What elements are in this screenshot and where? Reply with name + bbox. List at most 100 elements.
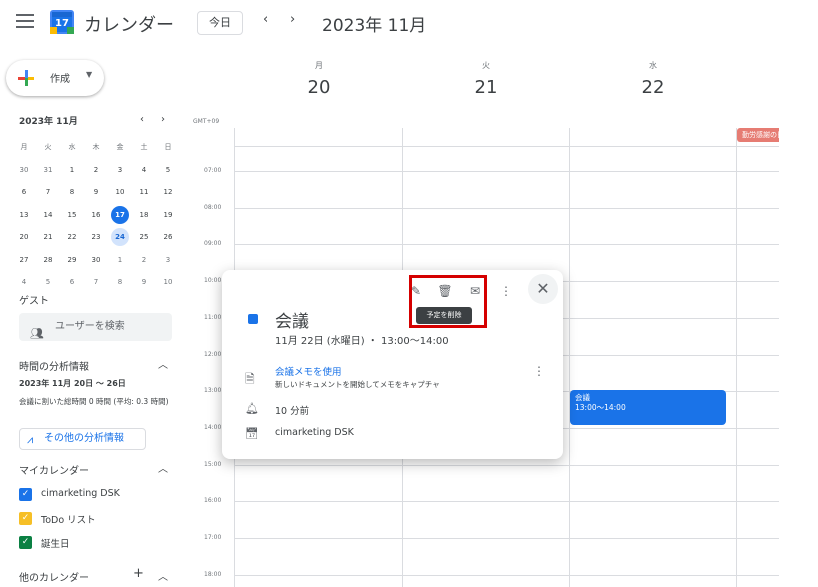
mini-day[interactable]: 8 xyxy=(108,273,132,291)
mini-day[interactable]: 22 xyxy=(60,228,84,246)
mini-day[interactable]: 12 xyxy=(156,183,180,201)
mini-day-number: 1 xyxy=(69,165,75,174)
mini-calendar-prev-button[interactable]: ‹ xyxy=(140,114,144,125)
mini-day[interactable]: 1 xyxy=(60,161,84,179)
mini-day-number: 7 xyxy=(93,278,99,287)
mini-day-number: 22 xyxy=(67,233,77,242)
mini-day[interactable]: 15 xyxy=(60,206,84,224)
event-color-swatch xyxy=(248,314,258,324)
insights-description: 会議に割いた総時間 0 時間 (平均: 0.3 時間) xyxy=(19,397,169,406)
time-label: 14:00 xyxy=(204,423,222,431)
mini-calendar-next-button[interactable]: › xyxy=(161,114,165,125)
mini-day[interactable]: 4 xyxy=(12,273,36,291)
mini-day[interactable]: 25 xyxy=(132,228,156,246)
event-block[interactable]: 会議 13:00～14:00 xyxy=(570,390,726,425)
mini-day[interactable]: 24 xyxy=(108,228,132,247)
event-title: 会議 xyxy=(275,312,309,332)
mini-day[interactable]: 30 xyxy=(84,251,108,269)
mini-weekday: 火 xyxy=(44,143,52,152)
insights-range: 2023年 11月 20日 ～ 26日 xyxy=(19,379,126,388)
mini-day[interactable]: 10 xyxy=(108,183,132,201)
event-datetime: 11月 22日 (水曜日) ・ 13:00～14:00 xyxy=(275,336,449,347)
meeting-notes-link[interactable]: 会議メモを使用 xyxy=(275,364,342,378)
time-label: 16:00 xyxy=(204,497,222,505)
mini-day[interactable]: 3 xyxy=(156,251,180,269)
create-button[interactable]: 作成 ▼ xyxy=(6,60,104,96)
mini-day[interactable]: 7 xyxy=(36,183,60,201)
mini-day-number: 31 xyxy=(43,165,53,174)
mini-day-number: 6 xyxy=(21,188,27,197)
mini-day[interactable]: 18 xyxy=(132,206,156,224)
day-header-wed[interactable]: 水 22 xyxy=(623,60,683,98)
chevron-up-icon[interactable]: ︿ xyxy=(158,568,168,583)
mini-day[interactable]: 17 xyxy=(108,205,132,224)
mini-day[interactable]: 31 xyxy=(36,161,60,179)
previous-week-button[interactable]: ‹ xyxy=(263,12,268,27)
mini-weekday: 日 xyxy=(164,143,172,152)
mini-day-number: 8 xyxy=(69,188,75,197)
holiday-chip[interactable]: 勤労感謝の日 xyxy=(737,128,779,142)
mini-day[interactable]: 2 xyxy=(132,251,156,269)
mini-day[interactable]: 9 xyxy=(84,183,108,201)
mini-day[interactable]: 5 xyxy=(156,161,180,179)
mini-day-number: 9 xyxy=(93,188,99,197)
event-calendar-name: cimarketing DSK xyxy=(275,427,354,438)
mini-day[interactable]: 20 xyxy=(12,228,36,246)
mini-day[interactable]: 1 xyxy=(108,251,132,269)
mini-day-number: 6 xyxy=(69,278,75,287)
user-search-placeholder: ユーザーを検索 xyxy=(55,321,125,332)
mini-day[interactable]: 28 xyxy=(36,251,60,269)
mini-day[interactable]: 9 xyxy=(132,273,156,291)
notes-more-options-button[interactable]: ⋮ xyxy=(533,364,545,378)
close-popup-button[interactable]: ✕ xyxy=(528,274,558,304)
mini-day[interactable]: 30 xyxy=(12,161,36,179)
mini-day[interactable]: 10 xyxy=(156,273,180,291)
mini-day-number: 12 xyxy=(163,188,173,197)
next-week-button[interactable]: › xyxy=(290,12,295,27)
user-search-input[interactable]: 👥︎ ユーザーを検索 xyxy=(19,313,172,341)
event-block-time: 13:00～14:00 xyxy=(575,403,626,412)
mini-day[interactable]: 4 xyxy=(132,161,156,179)
mini-day[interactable]: 2 xyxy=(84,161,108,179)
mini-day[interactable]: 21 xyxy=(36,228,60,246)
chevron-up-icon[interactable]: ︿ xyxy=(158,460,168,475)
main-menu-icon[interactable] xyxy=(16,14,34,28)
mini-day[interactable]: 13 xyxy=(12,206,36,224)
mini-day[interactable]: 23 xyxy=(84,228,108,246)
mini-day[interactable]: 3 xyxy=(108,161,132,179)
add-calendar-icon[interactable]: + xyxy=(133,566,144,581)
mini-day[interactable]: 5 xyxy=(36,273,60,291)
mini-day[interactable]: 7 xyxy=(84,273,108,291)
mini-day[interactable]: 6 xyxy=(60,273,84,291)
mini-day[interactable]: 26 xyxy=(156,228,180,246)
mini-day[interactable]: 19 xyxy=(156,206,180,224)
mini-day-number: 30 xyxy=(19,165,29,174)
chevron-up-icon[interactable]: ︿ xyxy=(158,356,168,371)
mini-day[interactable]: 29 xyxy=(60,251,84,269)
time-label: 13:00 xyxy=(204,387,222,395)
mini-day-number: 20 xyxy=(19,233,29,242)
checkbox-checked-icon[interactable]: ✓ xyxy=(19,512,32,525)
checkbox-checked-icon[interactable]: ✓ xyxy=(19,488,32,501)
more-insights-button[interactable]: ⩘ その他の分析情報 xyxy=(19,428,146,450)
mini-day-number: 2 xyxy=(93,165,99,174)
guest-section-title: ゲスト xyxy=(19,296,49,307)
mini-day[interactable]: 16 xyxy=(84,206,108,224)
mini-day[interactable]: 6 xyxy=(12,183,36,201)
day-header-mon[interactable]: 月 20 xyxy=(289,60,349,98)
event-block-title: 会議 xyxy=(575,393,590,402)
more-insights-label: その他の分析情報 xyxy=(44,433,124,444)
document-icon: 🗎︎ xyxy=(245,372,255,386)
mini-day-number: 7 xyxy=(45,188,51,197)
day-header-tue[interactable]: 火 21 xyxy=(456,60,516,98)
hour-line xyxy=(234,207,779,209)
more-options-button[interactable]: ⋮ xyxy=(493,278,519,304)
mini-day[interactable]: 8 xyxy=(60,183,84,201)
mini-day[interactable]: 14 xyxy=(36,206,60,224)
today-button[interactable]: 今日 xyxy=(197,11,243,35)
mini-day[interactable]: 11 xyxy=(132,183,156,201)
mini-day[interactable]: 27 xyxy=(12,251,36,269)
checkbox-checked-icon[interactable]: ✓ xyxy=(19,536,32,549)
time-label: 11:00 xyxy=(204,313,222,321)
mini-calendar-title: 2023年 11月 xyxy=(19,117,78,127)
